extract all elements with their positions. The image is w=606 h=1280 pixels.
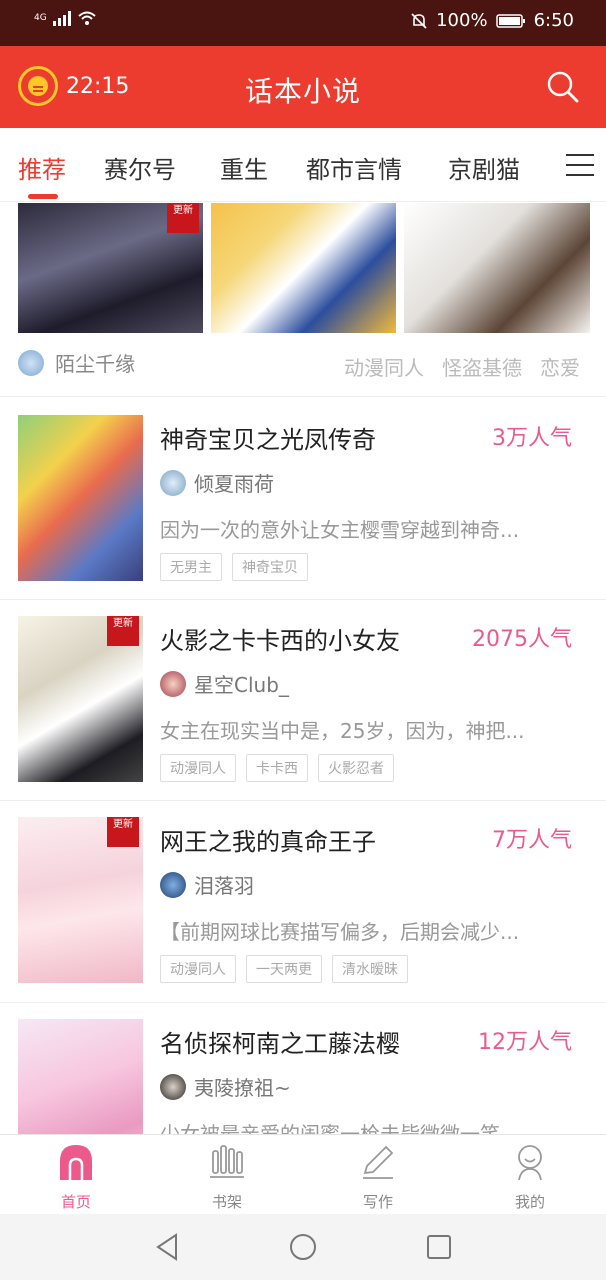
divider — [0, 396, 606, 397]
recents-icon[interactable] — [424, 1232, 454, 1262]
book-tag[interactable]: 无男主 — [160, 553, 222, 581]
network-type: 4G — [34, 13, 47, 23]
bottom-nav: 首页 书架 写作 我的 — [0, 1134, 606, 1214]
book-author[interactable]: 星空Club_ — [194, 669, 289, 698]
nav-write[interactable]: 写作 — [328, 1143, 428, 1212]
featured-author-row: 陌尘千缘 动漫同人 怪盗基德 恋爱 — [18, 348, 590, 382]
book-tag[interactable]: 卡卡西 — [246, 754, 308, 782]
category-tabs: 推荐 赛尔号 重生 都市言情 京剧猫 — [0, 128, 606, 202]
book-tag[interactable]: 动漫同人 — [160, 955, 236, 983]
avatar[interactable] — [160, 1073, 186, 1100]
nav-bookshelf[interactable]: 书架 — [177, 1143, 277, 1212]
book-item[interactable]: 更新 火影之卡卡西的小女友 2075人气 星空Club_ 女主在现实当中是，25… — [0, 601, 606, 801]
active-tab-indicator — [28, 194, 58, 199]
nav-home[interactable]: 首页 — [26, 1143, 126, 1212]
mute-icon — [411, 12, 427, 29]
pen-icon — [363, 1145, 394, 1179]
tab-recommend[interactable]: 推荐 — [18, 150, 66, 185]
book-item[interactable]: 更新 网王之我的真命王子 7万人气 泪落羽 【前期网球比赛描写偏多，后期会减少.… — [0, 802, 606, 1002]
avatar[interactable] — [160, 670, 186, 697]
back-icon[interactable] — [152, 1232, 182, 1262]
profile-icon — [518, 1145, 542, 1181]
book-description: 【前期网球比赛描写偏多，后期会减少... — [160, 920, 520, 944]
avatar[interactable] — [18, 349, 44, 376]
tab-rebirth[interactable]: 重生 — [220, 150, 268, 185]
update-badge: 更新 — [107, 616, 139, 646]
book-author[interactable]: 泪落羽 — [194, 870, 254, 899]
nav-label: 书架 — [211, 1193, 242, 1211]
featured-banner[interactable]: 更新 — [18, 203, 590, 333]
featured-cover-1[interactable]: 更新 — [18, 203, 203, 333]
book-cover[interactable] — [18, 415, 143, 581]
divider — [0, 1002, 606, 1003]
book-author[interactable]: 倾夏雨荷 — [194, 468, 274, 497]
book-tag[interactable]: 清水暧昧 — [332, 955, 408, 983]
featured-author-name[interactable]: 陌尘千缘 — [55, 352, 135, 376]
featured-tag[interactable]: 恋爱 — [540, 352, 580, 381]
system-nav-bar — [0, 1214, 606, 1280]
update-badge: 更新 — [107, 817, 139, 847]
book-tag[interactable]: 动漫同人 — [160, 754, 236, 782]
book-cover[interactable]: 更新 — [18, 616, 143, 782]
nav-label: 写作 — [362, 1193, 393, 1211]
signal-icon — [52, 10, 71, 26]
wifi-icon — [78, 11, 96, 25]
home-circle-icon[interactable] — [288, 1232, 318, 1262]
book-tag[interactable]: 神奇宝贝 — [232, 553, 308, 581]
battery-percent: 100% — [436, 10, 488, 31]
book-cover[interactable]: 更新 — [18, 817, 143, 983]
bookshelf-icon — [210, 1145, 244, 1178]
book-title[interactable]: 名侦探柯南之工藤法樱 — [160, 1024, 400, 1059]
app-title: 话本小说 — [244, 75, 361, 108]
book-tag[interactable]: 火影忍者 — [318, 754, 394, 782]
avatar[interactable] — [160, 871, 186, 898]
book-description: 因为一次的意外让女主樱雪穿越到神奇... — [160, 518, 520, 542]
tab-seer[interactable]: 赛尔号 — [104, 150, 176, 185]
battery-icon — [495, 13, 525, 28]
nav-label: 我的 — [514, 1193, 545, 1211]
book-title[interactable]: 神奇宝贝之光凤传奇 — [160, 420, 376, 455]
book-author[interactable]: 夷陵撩祖~ — [194, 1072, 291, 1101]
popularity-count: 3万人气 — [492, 426, 572, 451]
app-header: 22:15 话本小说 — [0, 46, 606, 128]
divider — [0, 800, 606, 801]
avatar[interactable] — [160, 469, 186, 496]
featured-tag[interactable]: 动漫同人 — [344, 352, 424, 381]
nav-label: 首页 — [60, 1193, 91, 1211]
status-time: 6:50 — [533, 10, 574, 31]
home-icon — [60, 1145, 92, 1180]
popularity-count: 7万人气 — [492, 828, 572, 853]
status-bar: 4G 100% 6:50 — [0, 0, 606, 46]
featured-tag[interactable]: 怪盗基德 — [442, 352, 522, 381]
book-item[interactable]: 神奇宝贝之光凤传奇 3万人气 倾夏雨荷 因为一次的意外让女主樱雪穿越到神奇...… — [0, 400, 606, 600]
popularity-count: 2075人气 — [472, 627, 572, 652]
update-badge: 更新 — [167, 203, 199, 233]
book-title[interactable]: 网王之我的真命王子 — [160, 822, 376, 857]
featured-cover-2[interactable] — [211, 203, 396, 333]
menu-icon[interactable] — [566, 154, 594, 176]
tab-peking-cat[interactable]: 京剧猫 — [448, 150, 520, 185]
featured-cover-3[interactable] — [404, 203, 590, 333]
search-icon[interactable] — [546, 70, 580, 104]
book-description: 女主在现实当中是，25岁，因为，神把... — [160, 719, 525, 743]
divider — [0, 599, 606, 600]
popularity-count: 12万人气 — [478, 1030, 572, 1055]
book-tag[interactable]: 一天两更 — [246, 955, 322, 983]
book-title[interactable]: 火影之卡卡西的小女友 — [160, 621, 400, 656]
nav-profile[interactable]: 我的 — [480, 1143, 580, 1212]
tab-urban-romance[interactable]: 都市言情 — [306, 150, 402, 185]
